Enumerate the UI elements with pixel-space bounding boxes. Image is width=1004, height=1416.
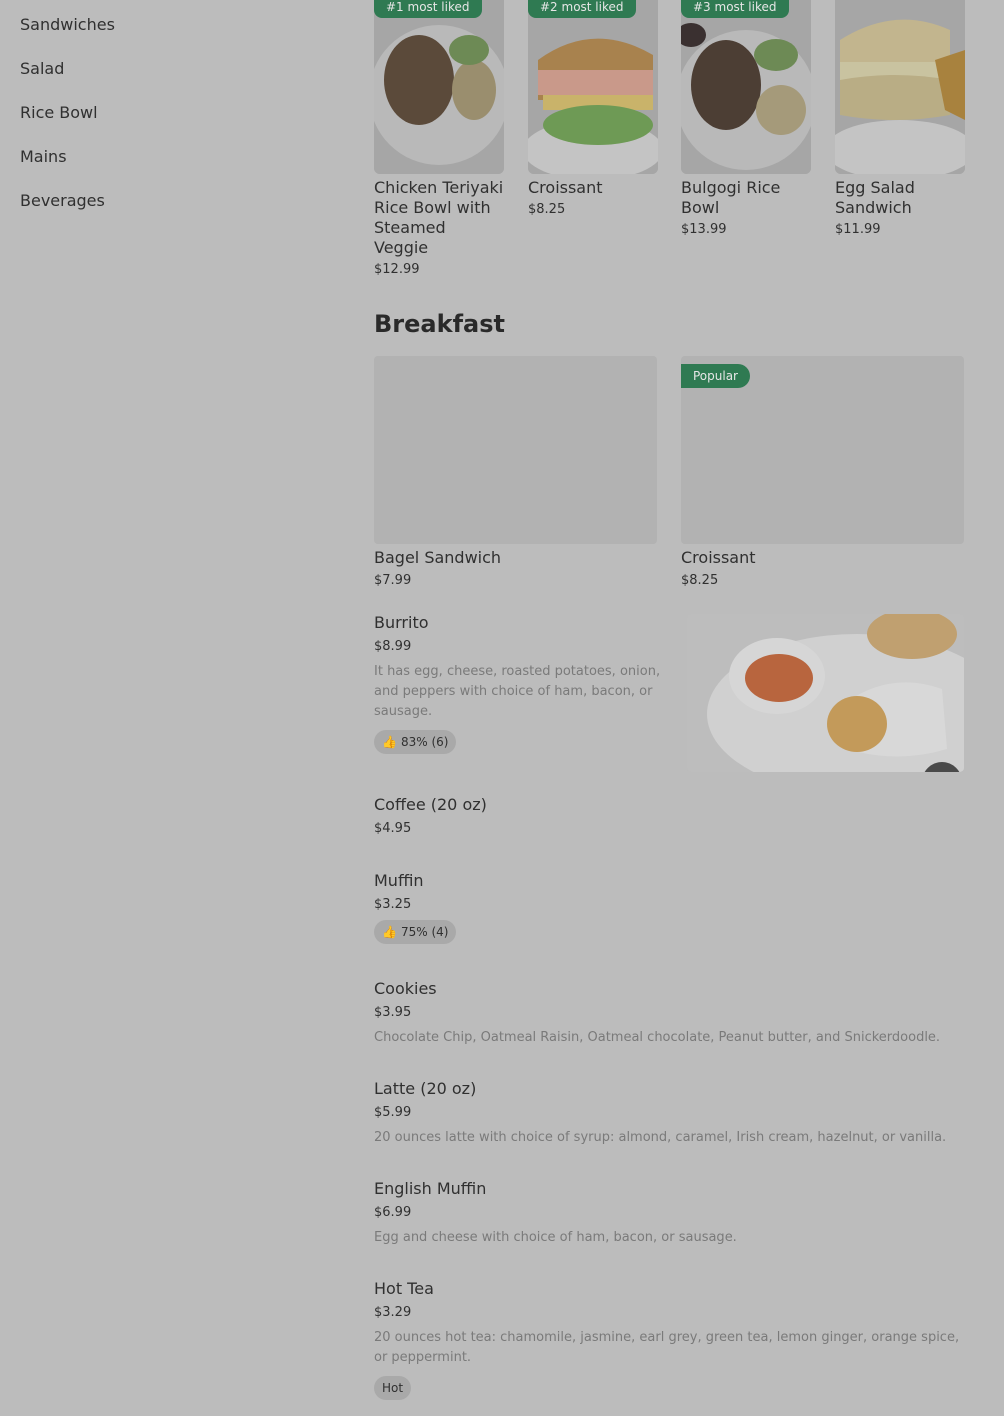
nav-item-beverages[interactable]: Beverages [20,190,320,234]
item-price: $7.99 [374,573,412,588]
menu-item-muffin[interactable]: Muffin $3.25 👍 75% (4) [374,871,964,944]
thumbs-up-icon: 👍 [382,735,397,749]
item-name: Chicken Teriyaki Rice Bowl with Steamed … [374,178,504,257]
rating-pill: 👍 75% (4) [374,920,457,944]
item-name: Croissant [528,178,603,197]
most-liked-card-1[interactable]: #1 most liked Chicken Teriyaki Rice Bowl… [374,0,504,277]
item-name: Bagel Sandwich [374,548,502,567]
most-liked-badge: #1 most liked [374,0,482,18]
food-image-placeholder [374,356,657,544]
item-price: $3.95 [374,1005,412,1020]
item-name: Burrito [374,613,429,632]
item-price: $12.99 [374,262,420,277]
menu-item-english-muffin[interactable]: English Muffin $6.99 Egg and cheese with… [374,1179,964,1248]
item-price: $6.99 [374,1205,412,1220]
item-price: $8.25 [681,573,719,588]
rice-bowl-image [374,0,504,174]
menu-content: #1 most liked Chicken Teriyaki Rice Bowl… [374,0,965,1400]
most-liked-card-2[interactable]: #2 most liked Croissant $8.25 [528,0,658,217]
menu-item-burrito[interactable]: Burrito $8.99 It has egg, cheese, roaste… [374,613,679,754]
item-price: $8.99 [374,639,412,654]
thumbs-up-icon: 👍 [382,925,397,939]
food-image: #1 most liked [374,0,504,174]
food-image: #2 most liked [528,0,658,174]
food-image [835,0,965,174]
category-sidebar: Sandwiches Salad Rice Bowl Mains Beverag… [20,14,320,234]
menu-item-latte[interactable]: Latte (20 oz) $5.99 20 ounces latte with… [374,1079,964,1148]
item-name: Bulgogi Rice Bowl [681,178,781,217]
item-price: $3.29 [374,1305,412,1320]
food-image: #3 most liked [681,0,811,174]
most-liked-row: #1 most liked Chicken Teriyaki Rice Bowl… [374,0,965,277]
item-description: 20 ounces hot tea: chamomile, jasmine, e… [374,1330,960,1365]
item-name: English Muffin [374,1179,487,1198]
tag-label: Hot [382,1381,404,1395]
item-price: $4.95 [374,821,412,836]
item-price: $5.99 [374,1105,412,1120]
most-liked-badge: #2 most liked [528,0,636,18]
item-name: Latte (20 oz) [374,1079,477,1098]
burrito-photo [687,614,964,772]
item-price: $13.99 [681,222,727,237]
menu-item-hot-tea[interactable]: Hot Tea $3.29 20 ounces hot tea: chamomi… [374,1279,964,1400]
item-description: Chocolate Chip, Oatmeal Raisin, Oatmeal … [374,1030,941,1045]
nav-item-mains[interactable]: Mains [20,146,320,190]
burrito-image[interactable] [687,614,964,772]
most-liked-card-4[interactable]: Egg Salad Sandwich $11.99 [835,0,965,237]
rating-value: 83% (6) [400,735,449,749]
item-description: Egg and cheese with choice of ham, bacon… [374,1230,737,1245]
most-liked-card-3[interactable]: #3 most liked Bulgogi Rice Bowl $13.99 [681,0,811,237]
popular-badge: Popular [681,364,750,388]
croissant-image [528,0,658,174]
item-name: Cookies [374,979,437,998]
section-title-breakfast: Breakfast [374,310,505,338]
item-description: It has egg, cheese, roasted potatoes, on… [374,664,661,719]
featured-card-bagel-sandwich[interactable]: Bagel Sandwich $7.99 [374,356,657,588]
bulgogi-bowl-image [681,0,811,174]
item-price: $11.99 [835,222,881,237]
nav-item-salad[interactable]: Salad [20,58,320,102]
item-name: Hot Tea [374,1279,434,1298]
egg-salad-sandwich-image [835,0,965,174]
rating-pill: 👍 83% (6) [374,730,457,754]
item-price: $8.25 [528,202,566,217]
nav-item-sandwiches[interactable]: Sandwiches [20,14,320,58]
item-description: 20 ounces latte with choice of syrup: al… [374,1130,947,1145]
tag-pill: Hot [374,1376,412,1400]
rating-value: 75% (4) [400,925,449,939]
menu-item-coffee[interactable]: Coffee (20 oz) $4.95 [374,795,964,836]
most-liked-badge: #3 most liked [681,0,789,18]
food-image-placeholder: Popular [681,356,964,544]
item-name: Croissant [681,548,756,567]
item-name: Muffin [374,871,424,890]
item-price: $3.25 [374,897,412,912]
item-name: Coffee (20 oz) [374,795,487,814]
item-name: Egg Salad Sandwich [835,178,915,217]
nav-item-rice-bowl[interactable]: Rice Bowl [20,102,320,146]
menu-item-cookies[interactable]: Cookies $3.95 Chocolate Chip, Oatmeal Ra… [374,979,964,1048]
featured-card-croissant[interactable]: Popular Croissant $8.25 [681,356,964,588]
